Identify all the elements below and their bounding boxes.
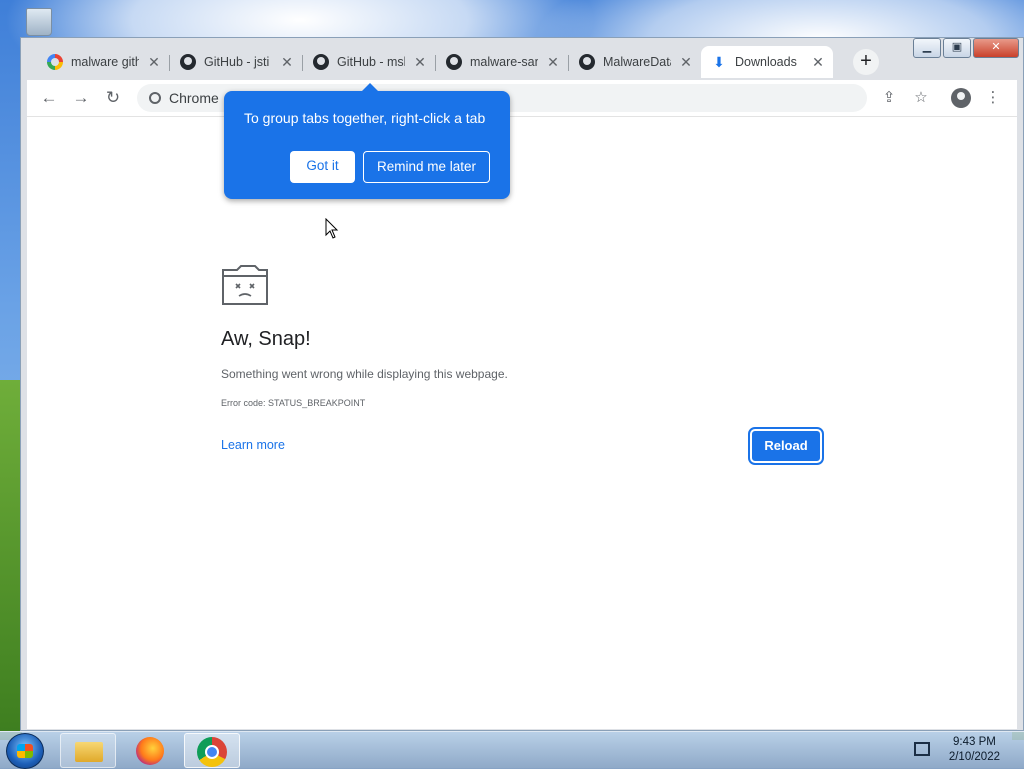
error-code: Error code: STATUS_BREAKPOINT: [221, 398, 366, 408]
tab-malware-github[interactable]: malware gith ✕: [37, 46, 169, 78]
close-icon[interactable]: ✕: [147, 54, 161, 71]
system-clock[interactable]: 9:43 PM 2/10/2022: [949, 735, 1000, 765]
taskbar-file-explorer[interactable]: [60, 733, 116, 768]
google-icon: [47, 54, 63, 70]
start-button[interactable]: [6, 733, 44, 769]
download-icon: ⬇: [713, 54, 725, 70]
tab-title: Downloads: [735, 55, 797, 69]
sad-folder-icon: [222, 265, 268, 305]
desktop-grass-left: [0, 380, 22, 740]
taskbar-chrome[interactable]: [184, 733, 240, 768]
tab-downloads[interactable]: ⬇ Downloads ✕: [701, 46, 833, 78]
taskbar-firefox[interactable]: [122, 733, 178, 768]
bubble-message: To group tabs together, right-click a ta…: [244, 110, 486, 126]
profile-avatar[interactable]: [949, 86, 973, 110]
close-icon[interactable]: ✕: [413, 54, 427, 71]
mouse-cursor-icon: [325, 218, 339, 239]
taskbar: 9:43 PM 2/10/2022: [0, 731, 1024, 769]
tab-github-jsti[interactable]: GitHub - jsti ✕: [170, 46, 302, 78]
got-it-button[interactable]: Got it: [290, 151, 355, 183]
tab-title: MalwareData: [603, 55, 671, 69]
tab-group-tip-bubble: To group tabs together, right-click a ta…: [224, 83, 510, 199]
learn-more-link[interactable]: Learn more: [221, 438, 285, 452]
tab-title: GitHub - msl: [337, 55, 405, 69]
reload-button[interactable]: Reload: [748, 427, 824, 465]
github-icon: [180, 54, 196, 70]
tab-title: malware gith: [71, 55, 139, 69]
back-button[interactable]: ←: [37, 86, 61, 110]
folder-icon: [75, 742, 103, 762]
chrome-page-icon: [149, 92, 161, 104]
close-icon[interactable]: ✕: [280, 54, 294, 71]
chrome-window: ▁ ▣ ✕ malware gith ✕ GitHub - jsti ✕ Git…: [20, 37, 1024, 731]
menu-kebab-icon[interactable]: ⋮: [981, 86, 1005, 110]
forward-button[interactable]: →: [69, 86, 93, 110]
tab-title: GitHub - jsti: [204, 55, 270, 69]
firefox-icon: [136, 737, 164, 765]
tab-strip: malware gith ✕ GitHub - jsti ✕ GitHub - …: [29, 46, 1009, 78]
clock-date: 2/10/2022: [948, 751, 1000, 763]
new-tab-button[interactable]: +: [853, 49, 879, 75]
github-icon: [579, 54, 595, 70]
bookmark-star-icon[interactable]: ☆: [909, 86, 933, 110]
recycle-bin-icon[interactable]: [20, 4, 56, 36]
close-icon[interactable]: ✕: [811, 54, 825, 71]
reload-icon[interactable]: ↻: [101, 86, 125, 110]
page-content: [27, 116, 1017, 729]
tab-malware-data[interactable]: MalwareData ✕: [569, 46, 701, 78]
remind-later-button[interactable]: Remind me later: [363, 151, 490, 183]
error-title: Aw, Snap!: [221, 328, 311, 350]
github-icon: [446, 54, 462, 70]
network-icon[interactable]: [914, 742, 930, 756]
close-icon[interactable]: ✕: [679, 54, 693, 71]
browser-toolbar: ← → ↻ Chrome ⇪ ☆ ⋮: [27, 80, 1017, 116]
share-icon[interactable]: ⇪: [877, 86, 901, 110]
chrome-icon: [197, 737, 227, 767]
github-icon: [313, 54, 329, 70]
clock-time: 9:43 PM: [953, 736, 996, 748]
tab-malware-samples[interactable]: malware-san ✕: [436, 46, 568, 78]
address-text: Chrome: [169, 90, 219, 106]
tab-github-msl[interactable]: GitHub - msl ✕: [303, 46, 435, 78]
tab-title: malware-san: [470, 55, 538, 69]
close-icon[interactable]: ✕: [546, 54, 560, 71]
error-message: Something went wrong while displaying th…: [221, 367, 508, 381]
